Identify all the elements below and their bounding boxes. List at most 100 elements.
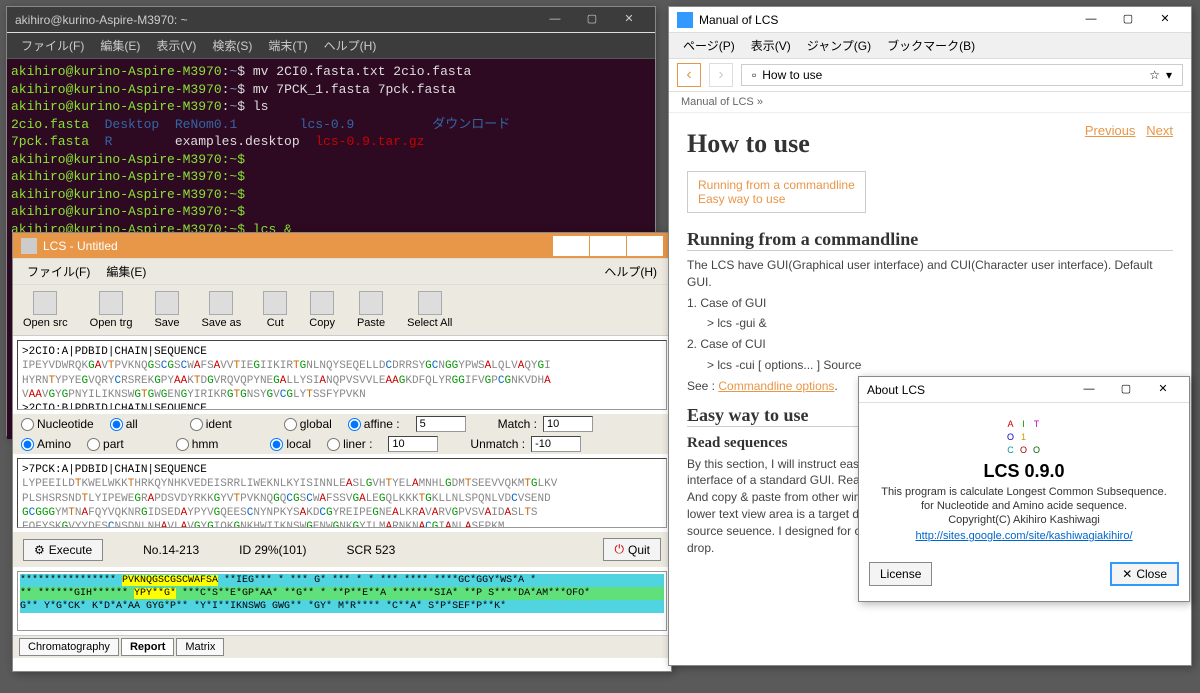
tool-icon — [99, 291, 123, 315]
back-button[interactable]: ‹ — [677, 63, 701, 87]
tool-open trg[interactable]: Open trg — [84, 289, 139, 331]
menu-view[interactable]: 表示(V) — [148, 35, 204, 56]
menu-jump[interactable]: ジャンプ(G) — [799, 35, 879, 56]
forward-button[interactable]: › — [709, 63, 733, 87]
radio-ident[interactable]: ident — [190, 417, 232, 431]
license-button[interactable]: License — [869, 562, 932, 586]
target-sequence-area[interactable]: >7PCK:A|PDBID|CHAIN|SEQUENCELYPEEILDTKWE… — [17, 458, 667, 528]
lcs-toolbar: Open srcOpen trgSave Save asCut Copy PasteS… — [13, 285, 671, 336]
tool-copy[interactable]: Copy — [303, 289, 341, 331]
tool-save as[interactable]: Save as — [196, 289, 248, 331]
affine-input[interactable] — [416, 416, 466, 432]
about-url[interactable]: http://sites.google.com/site/kashiwagiak… — [915, 530, 1132, 542]
lcs-titlebar[interactable]: LCS - Untitled — ▢ ✕ — [13, 233, 671, 259]
maximize-button[interactable]: ▢ — [1110, 10, 1146, 30]
terminal-titlebar[interactable]: akihiro@kurino-Aspire-M3970: ~ — ▢ ✕ — [7, 7, 655, 33]
close-button[interactable]: ✕ — [627, 236, 663, 256]
execute-button[interactable]: ⚙Execute — [23, 539, 103, 561]
menu-help[interactable]: ヘルプ(H) — [596, 261, 665, 282]
radio-liner[interactable]: liner : — [327, 437, 372, 451]
tool-open src[interactable]: Open src — [17, 289, 74, 331]
tool-paste[interactable]: Paste — [351, 289, 391, 331]
cmdopt-link[interactable]: Commandline options — [718, 379, 834, 393]
toc-link-2[interactable]: Easy way to use — [698, 192, 855, 206]
list-1: 1. Case of GUI — [687, 295, 1173, 312]
about-titlebar[interactable]: About LCS — ▢ ✕ — [859, 377, 1189, 403]
tool-icon — [33, 291, 57, 315]
radio-nucleotide[interactable]: Nucleotide — [21, 417, 94, 431]
next-link[interactable]: Next — [1146, 123, 1173, 138]
close-button[interactable]: ✕ — [611, 10, 647, 30]
options-row-2: Amino part hmm local liner : Unmatch : — [13, 434, 671, 454]
menu-file[interactable]: ファイル(F) — [19, 261, 98, 282]
unmatch-input[interactable] — [531, 436, 581, 452]
menu-page[interactable]: ページ(P) — [675, 35, 743, 56]
minimize-button[interactable]: — — [553, 236, 589, 256]
tab-report[interactable]: Report — [121, 638, 174, 656]
bookmark-icon[interactable]: ☆ — [1149, 68, 1160, 82]
about-desc2: for Nucleotide and Amino acide sequence. — [869, 500, 1179, 512]
status-no: No.14-213 — [143, 543, 199, 557]
toc-box: Running from a commandline Easy way to u… — [687, 171, 866, 213]
breadcrumb[interactable]: Manual of LCS » — [669, 92, 1191, 113]
menu-bookmark[interactable]: ブックマーク(B) — [879, 35, 983, 56]
unmatch-label: Unmatch : — [470, 437, 525, 451]
status-id: ID 29%(101) — [239, 543, 306, 557]
radio-all[interactable]: all — [110, 417, 138, 431]
about-body: AIT O1 COO LCS 0.9.0 This program is cal… — [859, 403, 1189, 552]
menu-view[interactable]: 表示(V) — [743, 35, 799, 56]
close-icon: ✕ — [1122, 567, 1132, 581]
execute-row: ⚙Execute No.14-213 ID 29%(101) SCR 523 ⏻… — [13, 532, 671, 567]
toc-link-1[interactable]: Running from a commandline — [698, 178, 855, 192]
app-icon — [21, 238, 37, 254]
radio-global[interactable]: global — [284, 417, 332, 431]
menu-search[interactable]: 検索(S) — [204, 35, 260, 56]
prev-link[interactable]: Previous — [1085, 123, 1136, 138]
tab-chromatography[interactable]: Chromatography — [19, 638, 119, 656]
maximize-button[interactable]: ▢ — [590, 236, 626, 256]
options-row-1: Nucleotide all ident global affine : Mat… — [13, 414, 671, 434]
radio-local[interactable]: local — [270, 437, 311, 451]
maximize-button[interactable]: ▢ — [1108, 380, 1144, 400]
tool-icon — [418, 291, 442, 315]
status-scr: SCR 523 — [347, 543, 396, 557]
menu-file[interactable]: ファイル(F) — [13, 35, 92, 56]
menu-edit[interactable]: 編集(E) — [92, 35, 148, 56]
cmd-2: > lcs -cui [ options... ] Source — [707, 357, 1173, 374]
radio-amino[interactable]: Amino — [21, 437, 71, 451]
match-input[interactable] — [543, 416, 593, 432]
tool-icon — [209, 291, 233, 315]
close-button[interactable]: ✕ — [1147, 10, 1183, 30]
help-title: Manual of LCS — [699, 13, 1073, 27]
radio-affine[interactable]: affine : — [348, 417, 400, 431]
tool-save[interactable]: Save — [148, 289, 185, 331]
minimize-button[interactable]: — — [1073, 10, 1109, 30]
about-buttons: License ✕Close — [859, 552, 1189, 596]
lcs-menubar: ファイル(F) 編集(E) ヘルプ(H) — [13, 259, 671, 285]
close-button[interactable]: ✕ — [1145, 380, 1181, 400]
liner-input[interactable] — [388, 436, 438, 452]
about-title: About LCS — [867, 383, 1071, 397]
menu-edit[interactable]: 編集(E) — [98, 261, 154, 282]
lcs-window: LCS - Untitled — ▢ ✕ ファイル(F) 編集(E) ヘルプ(H… — [12, 232, 672, 672]
radio-part[interactable]: part — [87, 437, 124, 451]
tool-cut[interactable]: Cut — [257, 289, 293, 331]
dropdown-icon[interactable]: ▾ — [1166, 68, 1172, 82]
terminal-title: akihiro@kurino-Aspire-M3970: ~ — [15, 13, 537, 27]
menu-help[interactable]: ヘルプ(H) — [316, 35, 385, 56]
source-sequence-area[interactable]: >2CIO:A|PDBID|CHAIN|SEQUENCEIPEYVDWRQKGA… — [17, 340, 667, 410]
minimize-button[interactable]: — — [1071, 380, 1107, 400]
quit-button[interactable]: ⏻Quit — [603, 538, 661, 561]
tool-select all[interactable]: Select All — [401, 289, 458, 331]
minimize-button[interactable]: — — [537, 10, 573, 30]
alignment-view[interactable]: **************** PVKNQGSCGSCWAFSA **IEG*… — [17, 571, 667, 631]
para-1: The LCS have GUI(Graphical user interfac… — [687, 257, 1173, 291]
radio-hmm[interactable]: hmm — [176, 437, 219, 451]
about-copyright: Copyright(C) Akihiro Kashiwagi — [869, 514, 1179, 526]
address-bar[interactable]: ▫ How to use ☆ ▾ — [741, 64, 1183, 86]
menu-term[interactable]: 端末(T) — [260, 35, 315, 56]
maximize-button[interactable]: ▢ — [574, 10, 610, 30]
close-button[interactable]: ✕Close — [1110, 562, 1179, 586]
tab-matrix[interactable]: Matrix — [176, 638, 224, 656]
help-titlebar[interactable]: Manual of LCS — ▢ ✕ — [669, 7, 1191, 33]
